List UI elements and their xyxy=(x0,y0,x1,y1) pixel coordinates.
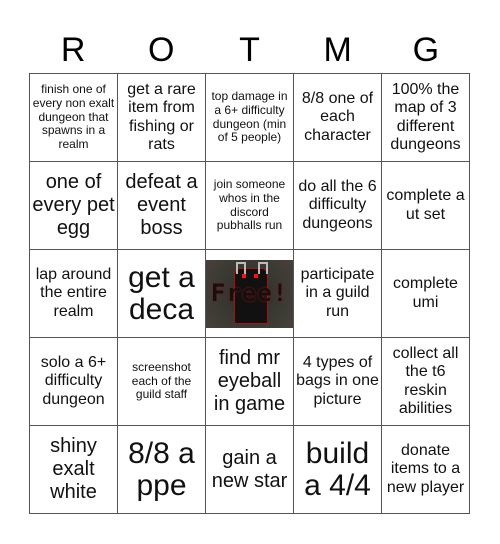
bingo-cell[interactable]: join someone whos in the discord pubhall… xyxy=(206,162,294,250)
header-letter-r: R xyxy=(60,31,86,69)
bingo-cell[interactable]: 4 types of bags in one picture xyxy=(294,338,382,426)
bingo-cell-text: top damage in a 6+ difficulty dungeon (m… xyxy=(211,88,288,145)
bingo-cell-text: collect all the t6 reskin abilities xyxy=(392,344,459,417)
bingo-cell[interactable]: do all the 6 difficulty dungeons xyxy=(294,162,382,250)
bingo-cell-free-space[interactable]: Free! xyxy=(206,250,294,338)
bingo-cell-text: lap around the entire realm xyxy=(35,265,112,320)
bingo-cell-text: participate in a guild run xyxy=(300,265,375,320)
horn-icon xyxy=(236,261,246,274)
bingo-cell[interactable]: collect all the t6 reskin abilities xyxy=(382,338,470,426)
bingo-cell-text: 100% the map of 3 different dungeons xyxy=(390,80,461,153)
bingo-cell[interactable]: find mr eyeball in game xyxy=(206,338,294,426)
bingo-cell-text: screenshot each of the guild staff xyxy=(131,359,192,402)
bingo-cell-text: shiny exalt white xyxy=(50,435,97,503)
bingo-cell-text: do all the 6 difficulty dungeons xyxy=(298,177,377,232)
bingo-cell[interactable]: defeat a event boss xyxy=(118,162,206,250)
eye-icon xyxy=(242,273,246,278)
header-letter-m: M xyxy=(323,31,352,69)
bingo-cell[interactable]: get a deca xyxy=(118,250,206,338)
bingo-cell-text: donate items to a new player xyxy=(386,441,465,496)
header-letter-t: T xyxy=(239,31,260,69)
horn-icon xyxy=(258,261,268,274)
bingo-cell-text: 4 types of bags in one picture xyxy=(296,353,379,408)
header-letter-g: G xyxy=(412,31,440,69)
bingo-cell[interactable]: get a rare item from fishing or rats xyxy=(118,74,206,162)
bingo-cell[interactable]: shiny exalt white xyxy=(30,426,118,514)
bingo-cell[interactable]: participate in a guild run xyxy=(294,250,382,338)
bingo-cell[interactable]: build a 4/4 xyxy=(294,426,382,514)
bingo-cell[interactable]: finish one of every non exalt dungeon th… xyxy=(30,74,118,162)
bingo-cell-text: gain a new star xyxy=(211,446,288,492)
bingo-cell-text: get a deca xyxy=(128,261,195,326)
bingo-cell[interactable]: complete umi xyxy=(382,250,470,338)
bingo-cell-text: 8/8 a ppe xyxy=(128,437,195,502)
bingo-cell-text: 8/8 one of each character xyxy=(301,89,374,144)
bingo-cell-text: build a 4/4 xyxy=(304,437,371,502)
bingo-cell[interactable]: one of every pet egg xyxy=(30,162,118,250)
bingo-cell-text: complete umi xyxy=(393,275,458,311)
bingo-cell-text: get a rare item from fishing or rats xyxy=(127,80,196,153)
bingo-cell[interactable]: gain a new star xyxy=(206,426,294,514)
bingo-cell-text: finish one of every non exalt dungeon th… xyxy=(32,82,115,152)
header-letter-o: O xyxy=(148,31,175,69)
bingo-header: R O T M G xyxy=(29,30,470,70)
bingo-cell[interactable]: lap around the entire realm xyxy=(30,250,118,338)
free-space-image-icon: Free! xyxy=(206,259,293,328)
bingo-cell[interactable]: 8/8 a ppe xyxy=(118,426,206,514)
bingo-cell[interactable]: 100% the map of 3 different dungeons xyxy=(382,74,470,162)
bingo-cell-text: solo a 6+ difficulty dungeon xyxy=(40,353,107,408)
bingo-grid: finish one of every non exalt dungeon th… xyxy=(29,73,470,514)
bingo-cell[interactable]: complete a ut set xyxy=(382,162,470,250)
bingo-cell-text: one of every pet egg xyxy=(32,171,115,239)
bingo-cell-text: join someone whos in the discord pubhall… xyxy=(213,176,286,233)
bingo-cell[interactable]: top damage in a 6+ difficulty dungeon (m… xyxy=(206,74,294,162)
eye-icon xyxy=(254,273,258,278)
bingo-cell[interactable]: screenshot each of the guild staff xyxy=(118,338,206,426)
bingo-cell[interactable]: 8/8 one of each character xyxy=(294,74,382,162)
free-space-label: Free! xyxy=(210,278,289,307)
bingo-cell[interactable]: solo a 6+ difficulty dungeon xyxy=(30,338,118,426)
bingo-cell-text: defeat a event boss xyxy=(125,171,198,239)
bingo-cell[interactable]: donate items to a new player xyxy=(382,426,470,514)
bingo-cell-text: find mr eyeball in game xyxy=(213,347,286,415)
bingo-cell-text: complete a ut set xyxy=(386,187,465,223)
